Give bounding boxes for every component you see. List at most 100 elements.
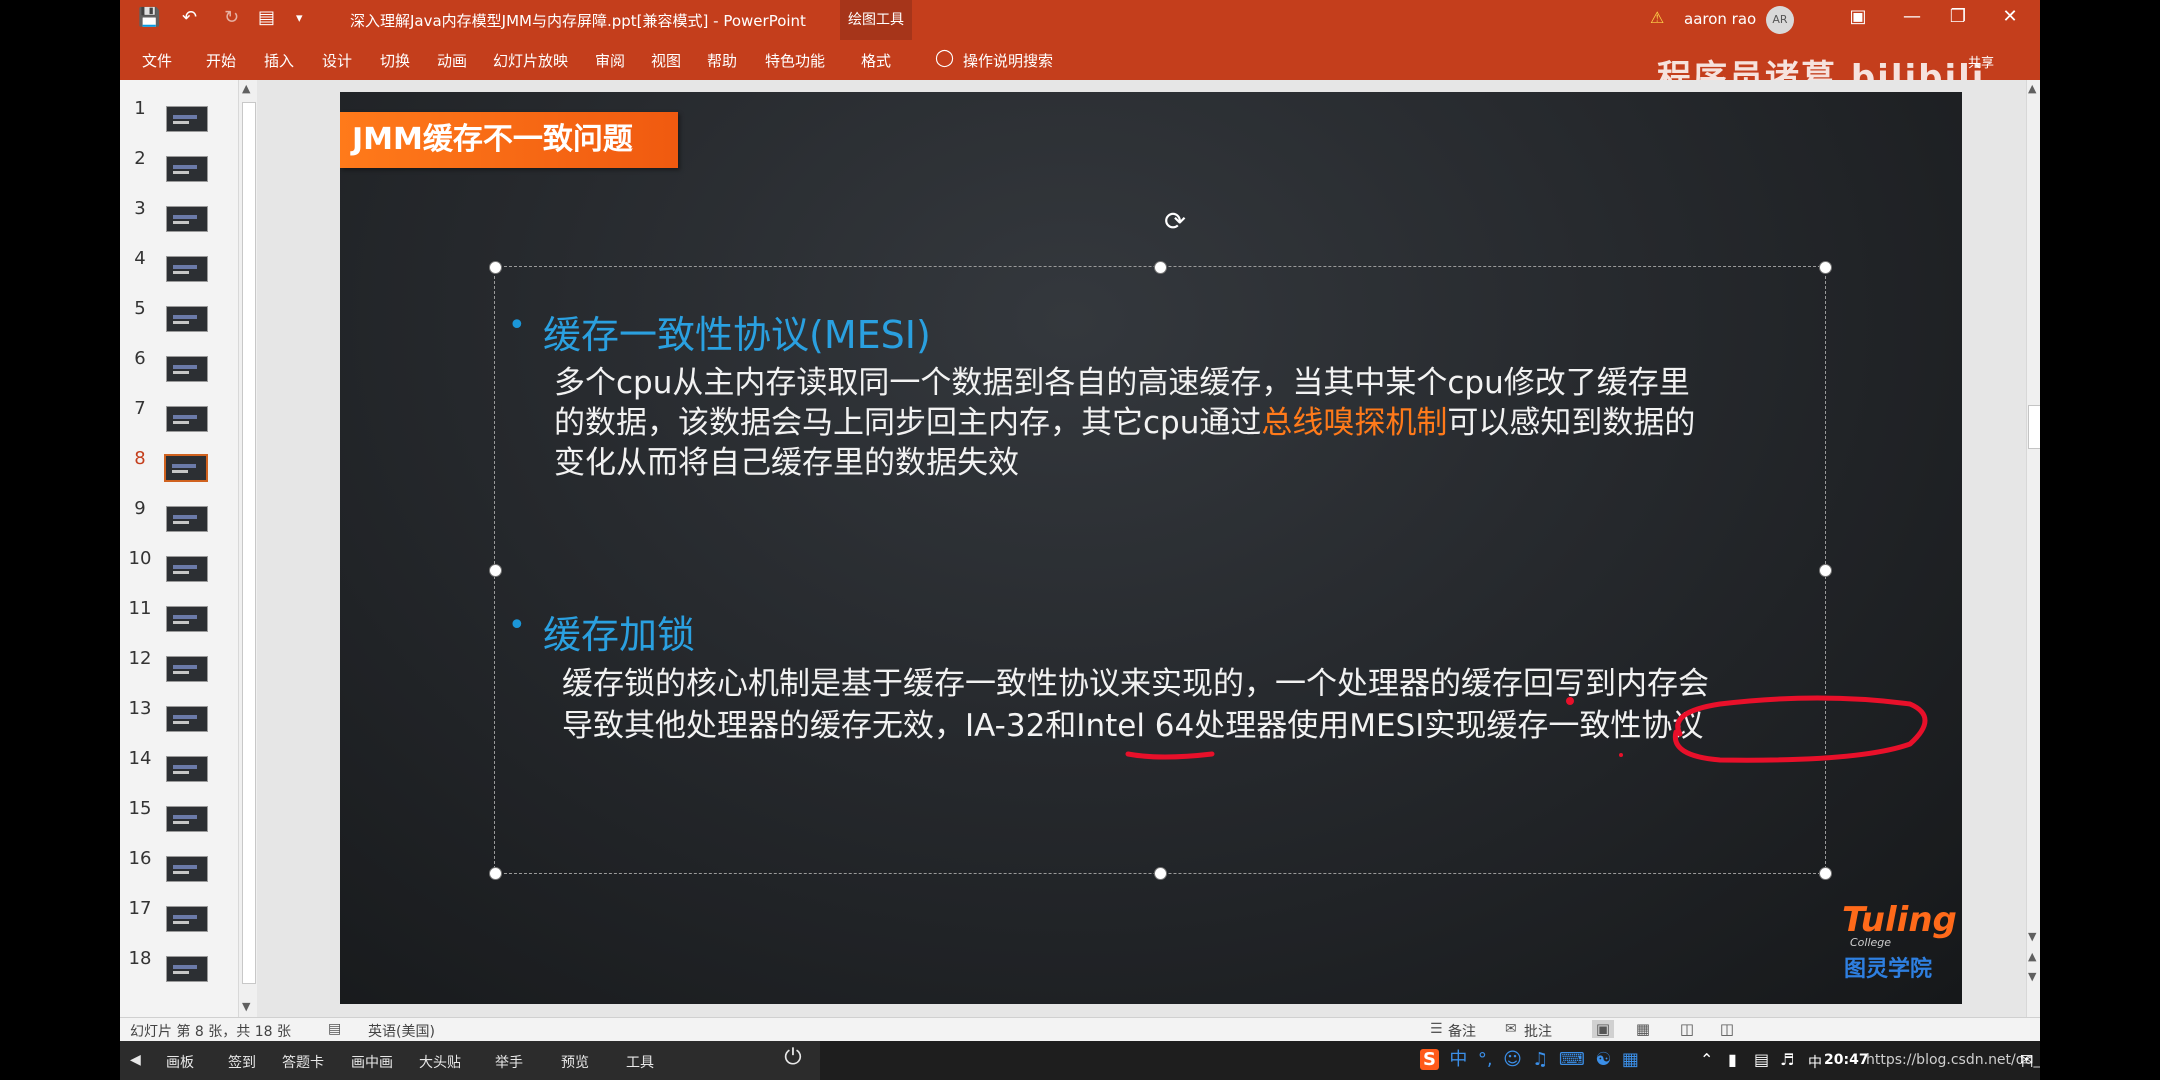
collapse-icon[interactable]: ◀ [130, 1052, 141, 1068]
slide-canvas[interactable]: JMM缓存不一致问题 ⟳ • 缓存一致性协议(MESI) 多个cpu从主内存读取… [340, 92, 1962, 1004]
slide-thumbnail[interactable]: 8 [120, 448, 232, 498]
slide-thumbnail-image[interactable] [166, 956, 208, 982]
input-indicator[interactable]: 中 [1808, 1052, 1822, 1072]
minimize-button[interactable]: — [1892, 6, 1932, 27]
clock[interactable]: 20:47 [1824, 1052, 1869, 1068]
slide-thumbnail[interactable]: 6 [120, 348, 232, 398]
redo-icon[interactable]: ↻ [224, 7, 239, 28]
slide-thumbnail[interactable]: 13 [120, 698, 232, 748]
language-indicator[interactable]: 英语(美国) [368, 1021, 435, 1041]
mic-icon[interactable]: ♫ [1532, 1049, 1548, 1070]
tab-design[interactable]: 设计 [322, 50, 352, 71]
tab-file[interactable]: 文件 [142, 50, 172, 71]
prev-slide-icon[interactable]: ▲ [2028, 950, 2036, 963]
slide-thumbnail-image[interactable] [166, 256, 208, 282]
slide-thumbnail-image[interactable] [166, 556, 208, 582]
slide-scrollbar[interactable]: ▲ ▼ ▲ ▼ [2026, 80, 2040, 1017]
slide-thumbnail[interactable]: 7 [120, 398, 232, 448]
reading-view-icon[interactable]: ◫ [1676, 1020, 1698, 1038]
tab-slideshow[interactable]: 幻灯片放映 [493, 50, 568, 71]
battery-icon[interactable]: ▮ [1728, 1050, 1737, 1069]
undo-icon[interactable]: ↶ [182, 7, 197, 28]
network-icon[interactable]: ▤ [1754, 1050, 1769, 1069]
slide-thumbnail[interactable]: 1 [120, 98, 232, 148]
slide-thumbnail[interactable]: 15 [120, 798, 232, 848]
scrollbar-thumb[interactable] [242, 102, 256, 984]
slide-sorter-icon[interactable]: ▦ [1632, 1020, 1654, 1038]
live-tool-pip[interactable]: 画中画 [351, 1052, 393, 1072]
save-icon[interactable]: 💾 [138, 7, 160, 28]
slide-thumbnail[interactable]: 5 [120, 298, 232, 348]
tab-home[interactable]: 开始 [206, 50, 236, 71]
slide-thumbnail-image[interactable] [166, 206, 208, 232]
slide-thumbnail[interactable]: 14 [120, 748, 232, 798]
slide-thumbnail-image[interactable] [166, 706, 208, 732]
slide-thumbnail-image[interactable] [166, 306, 208, 332]
slide-thumbnail[interactable]: 9 [120, 498, 232, 548]
menu-grid-icon[interactable]: ▦ [1622, 1049, 1639, 1070]
slide-thumbnail-image[interactable] [166, 506, 208, 532]
close-button[interactable]: ✕ [1990, 6, 2030, 27]
tray-arrow-icon[interactable]: ⌃ [1700, 1050, 1713, 1069]
skin-icon[interactable]: ☯ [1595, 1049, 1611, 1070]
notes-icon[interactable]: ☰ [1430, 1021, 1443, 1037]
tab-help[interactable]: 帮助 [707, 50, 737, 71]
slide-thumbnail[interactable]: 3 [120, 198, 232, 248]
slide-thumbnail[interactable]: 4 [120, 248, 232, 298]
live-tool-preview[interactable]: 预览 [561, 1052, 589, 1072]
tab-transitions[interactable]: 切换 [380, 50, 410, 71]
slide-thumbnail[interactable]: 17 [120, 898, 232, 948]
slide-thumbnail-image[interactable] [164, 454, 208, 482]
keyboard-icon[interactable]: ⌨ [1559, 1049, 1585, 1070]
slide-thumbnail[interactable]: 12 [120, 648, 232, 698]
slide-thumbnail[interactable]: 10 [120, 548, 232, 598]
restore-button[interactable]: ❐ [1938, 6, 1978, 27]
live-tool-tools[interactable]: 工具 [626, 1052, 654, 1072]
slide-thumbnail[interactable]: 11 [120, 598, 232, 648]
slide-thumbnail-image[interactable] [166, 156, 208, 182]
comments-icon[interactable]: ✉ [1505, 1021, 1517, 1037]
live-tool-answer[interactable]: 答题卡 [282, 1052, 324, 1072]
emoji-icon[interactable]: ☺ [1503, 1049, 1522, 1070]
slide-thumbnail[interactable]: 2 [120, 148, 232, 198]
slideshow-view-icon[interactable]: ◫ [1716, 1020, 1738, 1038]
thumbnail-scrollbar[interactable]: ▲ ▼ [238, 80, 257, 1017]
normal-view-icon[interactable]: ▣ [1592, 1020, 1614, 1038]
comments-button[interactable]: 批注 [1524, 1021, 1552, 1041]
live-tool-signin[interactable]: 签到 [228, 1052, 256, 1072]
notification-icon[interactable]: ✉ [2020, 1050, 2033, 1069]
user-name[interactable]: aaron rao [1684, 10, 1756, 28]
live-tool-board[interactable]: 画板 [166, 1052, 194, 1072]
spellcheck-icon[interactable]: ▤ [328, 1021, 341, 1037]
tab-features[interactable]: 特色功能 [765, 50, 825, 71]
customize-qat-icon[interactable]: ▾ [296, 11, 303, 26]
sogou-icon[interactable]: S [1420, 1049, 1439, 1070]
scrollbar-thumb[interactable] [2028, 405, 2040, 449]
punct-icon[interactable]: °, [1478, 1049, 1493, 1070]
ime-toolbar[interactable]: S 中 °, ☺ ♫ ⌨ ☯ ▦ [1420, 1045, 1645, 1075]
slide-thumbnail-image[interactable] [166, 356, 208, 382]
live-tool-hand[interactable]: 举手 [495, 1052, 523, 1072]
tab-review[interactable]: 审阅 [595, 50, 625, 71]
slide-thumbnail-image[interactable] [166, 656, 208, 682]
slide-thumbnail-image[interactable] [166, 906, 208, 932]
slide-thumbnail-image[interactable] [166, 606, 208, 632]
avatar[interactable]: AR [1766, 6, 1794, 34]
tab-format[interactable]: 格式 [861, 50, 891, 71]
slide-thumbnail-image[interactable] [166, 406, 208, 432]
scroll-up-icon[interactable]: ▲ [2028, 82, 2036, 95]
power-icon[interactable]: ⏻ [780, 1045, 806, 1071]
ime-mode[interactable]: 中 [1449, 1045, 1467, 1071]
slide-thumbnail[interactable]: 18 [120, 948, 232, 998]
slide-thumbnail-image[interactable] [166, 806, 208, 832]
tab-insert[interactable]: 插入 [264, 50, 294, 71]
tab-view[interactable]: 视图 [651, 50, 681, 71]
volume-icon[interactable]: ♬ [1780, 1050, 1794, 1069]
slideshow-icon[interactable]: ▤ [258, 7, 275, 28]
slide-thumbnail-image[interactable] [166, 756, 208, 782]
notes-button[interactable]: 备注 [1448, 1021, 1476, 1041]
scroll-up-icon[interactable]: ▲ [242, 82, 250, 95]
ribbon-display-icon[interactable]: ▣ [1838, 6, 1878, 27]
slide-thumbnail-image[interactable] [166, 106, 208, 132]
slide-thumbnail[interactable]: 16 [120, 848, 232, 898]
